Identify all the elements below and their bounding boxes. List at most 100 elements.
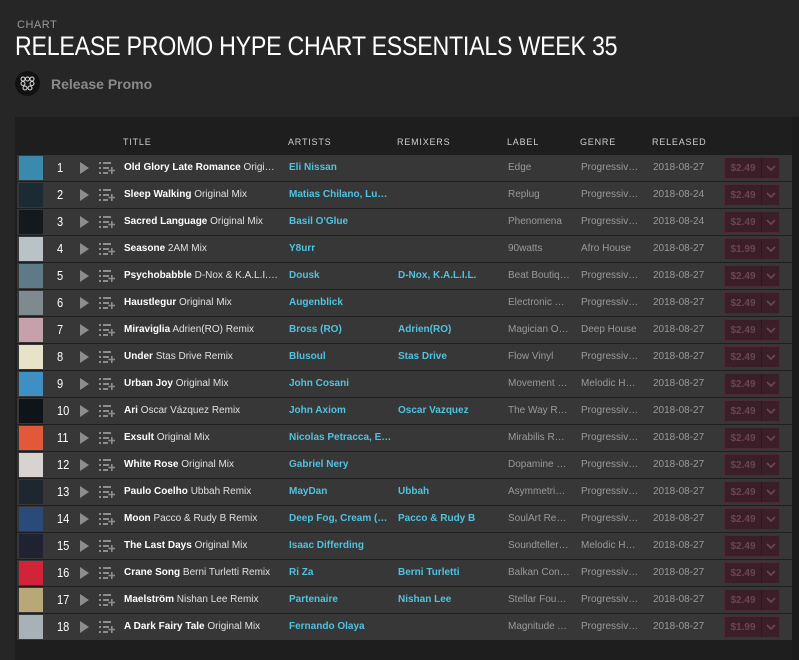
track-remixers[interactable]: Nishan Lee: [398, 594, 498, 605]
price-label[interactable]: $2.49: [725, 455, 762, 475]
track-label[interactable]: Magician On Duty: [508, 324, 570, 335]
chevron-down-icon[interactable]: [762, 212, 779, 232]
track-genre[interactable]: Progressive House: [581, 567, 640, 578]
track-artwork[interactable]: [19, 480, 43, 504]
track-genre[interactable]: Progressive House: [581, 594, 640, 605]
track-name[interactable]: Miraviglia: [124, 324, 170, 335]
track-artists[interactable]: Partenaire: [289, 594, 392, 605]
track-title[interactable]: Old Glory Late Romance Original Mix: [124, 162, 279, 173]
track-label[interactable]: SoulArt Recordings: [508, 513, 570, 524]
track-mix[interactable]: Original Mix: [195, 540, 248, 551]
price-label[interactable]: $2.49: [725, 320, 762, 340]
track-label[interactable]: Replug: [508, 189, 570, 200]
track-label[interactable]: Edge: [508, 162, 570, 173]
chevron-down-icon[interactable]: [762, 482, 779, 502]
buy-button[interactable]: $2.49: [724, 454, 780, 476]
price-label[interactable]: $2.49: [725, 212, 762, 232]
track-artists[interactable]: Deep Fog, Cream (PL): [289, 513, 392, 524]
track-title[interactable]: Miraviglia Adrien(RO) Remix: [124, 324, 279, 335]
track-row[interactable]: 14 Moon Pacco & Rudy B Remix Deep Fog, Cre…: [17, 506, 799, 532]
track-artists[interactable]: Blusoul: [289, 351, 392, 362]
track-title[interactable]: Ari Oscar Vázquez Remix: [124, 405, 279, 416]
price-label[interactable]: $2.49: [725, 509, 762, 529]
buy-button[interactable]: $2.49: [724, 589, 780, 611]
buy-button[interactable]: $2.49: [724, 292, 780, 314]
buy-button[interactable]: $2.49: [724, 265, 780, 287]
track-genre[interactable]: Progressive House: [581, 216, 640, 227]
chevron-down-icon[interactable]: [762, 401, 779, 421]
buy-button[interactable]: $2.49: [724, 400, 780, 422]
track-title[interactable]: Maelström Nishan Lee Remix: [124, 594, 279, 605]
track-artists[interactable]: Gabriel Nery: [289, 459, 392, 470]
track-mix[interactable]: Original Mix: [194, 189, 247, 200]
track-name[interactable]: Urban Joy: [124, 378, 173, 389]
track-mix[interactable]: 2AM Mix: [168, 243, 207, 254]
track-artwork[interactable]: [19, 345, 43, 369]
buy-button[interactable]: $2.49: [724, 535, 780, 557]
track-row[interactable]: 5 Psychobabble D-Nox & K.A.L.I.L. Remix Do…: [17, 263, 799, 289]
track-title[interactable]: Paulo Coelho Ubbah Remix: [124, 486, 279, 497]
chevron-down-icon[interactable]: [762, 455, 779, 475]
play-icon[interactable]: [80, 270, 89, 282]
track-label[interactable]: Movement Recordings: [508, 378, 570, 389]
track-row[interactable]: 1 Old Glory Late Romance Original Mix Eli …: [17, 155, 799, 181]
add-to-queue-icon[interactable]: [99, 593, 115, 607]
track-name[interactable]: Seasone: [124, 243, 165, 254]
play-icon[interactable]: [80, 594, 89, 606]
track-mix[interactable]: Nishan Lee Remix: [177, 594, 259, 605]
track-title[interactable]: Urban Joy Original Mix: [124, 378, 279, 389]
track-title[interactable]: Moon Pacco & Rudy B Remix: [124, 513, 279, 524]
track-name[interactable]: Paulo Coelho: [124, 486, 188, 497]
track-label[interactable]: Dopamine Music: [508, 459, 570, 470]
price-label[interactable]: $1.99: [725, 617, 762, 637]
buy-button[interactable]: $1.99: [724, 616, 780, 638]
chevron-down-icon[interactable]: [762, 185, 779, 205]
track-label[interactable]: Magnitude Audio: [508, 621, 570, 632]
track-artists[interactable]: MayDan: [289, 486, 392, 497]
column-artists[interactable]: ARTISTS: [288, 137, 331, 147]
chevron-down-icon[interactable]: [762, 563, 779, 583]
track-row[interactable]: 16 Crane Song Berni Turletti Remix Ri Za Be…: [17, 560, 799, 586]
track-artwork[interactable]: [19, 561, 43, 585]
chevron-down-icon[interactable]: [762, 509, 779, 529]
track-genre[interactable]: Progressive House: [581, 270, 640, 281]
add-to-queue-icon[interactable]: [99, 620, 115, 634]
chevron-down-icon[interactable]: [762, 320, 779, 340]
track-artists[interactable]: Y8urr: [289, 243, 392, 254]
curator[interactable]: Release Promo: [15, 71, 152, 96]
add-to-queue-icon[interactable]: [99, 242, 115, 256]
track-artists[interactable]: Fernando Olaya: [289, 621, 392, 632]
price-label[interactable]: $2.49: [725, 401, 762, 421]
track-row[interactable]: 8 Under Stas Drive Remix Blusoul Stas Drive…: [17, 344, 799, 370]
chevron-down-icon[interactable]: [762, 239, 779, 259]
add-to-queue-icon[interactable]: [99, 161, 115, 175]
price-label[interactable]: $2.49: [725, 482, 762, 502]
track-remixers[interactable]: Ubbah: [398, 486, 498, 497]
track-artwork[interactable]: [19, 453, 43, 477]
track-title[interactable]: Under Stas Drive Remix: [124, 351, 279, 362]
track-title[interactable]: The Last Days Original Mix: [124, 540, 279, 551]
track-remixers[interactable]: Stas Drive: [398, 351, 498, 362]
track-artwork[interactable]: [19, 372, 43, 396]
buy-button[interactable]: $2.49: [724, 481, 780, 503]
track-name[interactable]: Exsult: [124, 432, 154, 443]
track-mix[interactable]: Original Mix: [243, 162, 279, 173]
price-label[interactable]: $2.49: [725, 563, 762, 583]
track-remixers[interactable]: D-Nox, K.A.L.I.L.: [398, 270, 498, 281]
track-name[interactable]: Haustlegur: [124, 297, 176, 308]
play-icon[interactable]: [80, 189, 89, 201]
track-genre[interactable]: Progressive House: [581, 351, 640, 362]
chevron-down-icon[interactable]: [762, 266, 779, 286]
track-genre[interactable]: Progressive House: [581, 486, 640, 497]
track-genre[interactable]: Afro House: [581, 243, 640, 254]
buy-button[interactable]: $2.49: [724, 508, 780, 530]
track-row[interactable]: 13 Paulo Coelho Ubbah Remix MayDan Ubbah Asy…: [17, 479, 799, 505]
track-artists[interactable]: Dousk: [289, 270, 392, 281]
track-genre[interactable]: Progressive House: [581, 405, 640, 416]
track-row[interactable]: 7 Miraviglia Adrien(RO) Remix Bross (RO) Ad…: [17, 317, 799, 343]
track-mix[interactable]: Oscar Vázquez Remix: [141, 405, 240, 416]
track-mix[interactable]: D-Nox & K.A.L.I.L. Remix: [195, 270, 279, 281]
add-to-queue-icon[interactable]: [99, 431, 115, 445]
track-mix[interactable]: Pacco & Rudy B Remix: [153, 513, 257, 524]
track-label[interactable]: Balkan Connection: [508, 567, 570, 578]
